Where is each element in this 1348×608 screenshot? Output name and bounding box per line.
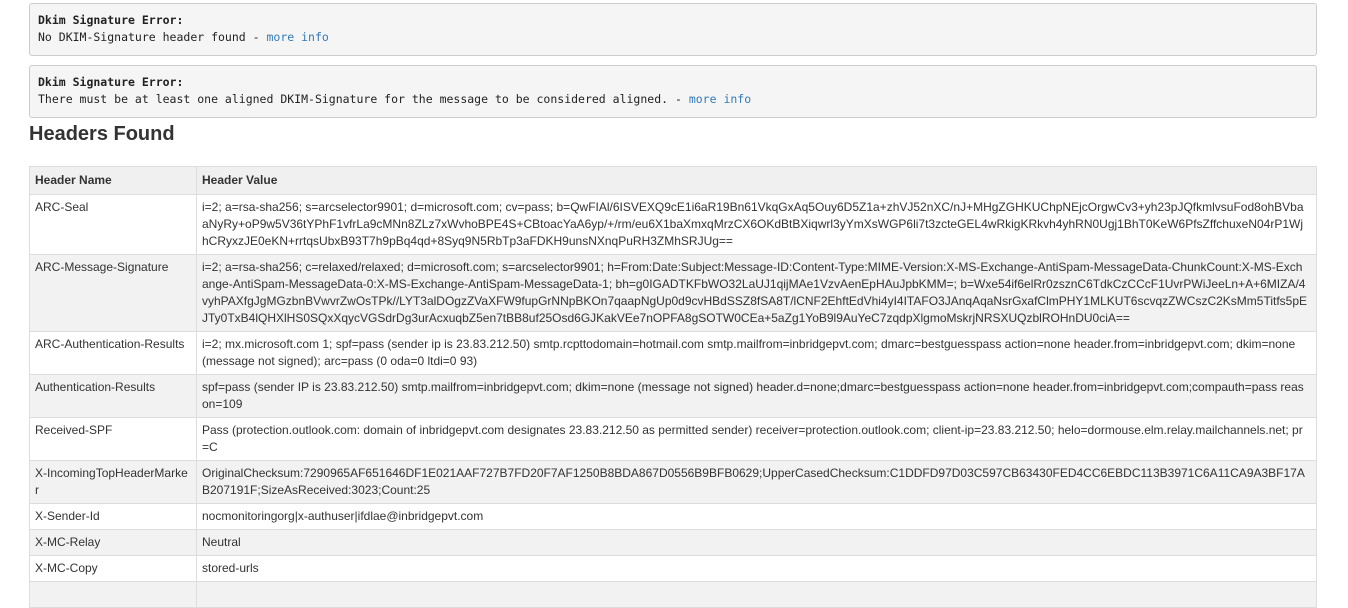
header-name-cell	[29, 581, 197, 608]
table-row: X-MC-Relay Neutral	[29, 529, 1317, 556]
table-row: ARC-Authentication-Results i=2; mx.micro…	[29, 331, 1317, 375]
column-header-name: Header Name	[29, 166, 197, 195]
headers-table: Header Name Header Value ARC-Seal i=2; a…	[29, 166, 1317, 608]
table-row: Received-SPF Pass (protection.outlook.co…	[29, 417, 1317, 461]
table-row: ARC-Seal i=2; a=rsa-sha256; s=arcselecto…	[29, 194, 1317, 255]
table-row: X-IncomingTopHeaderMarker OriginalChecks…	[29, 460, 1317, 504]
table-row: Authentication-Results spf=pass (sender …	[29, 374, 1317, 418]
header-value-cell: nocmonitoringorg|x-authuser|ifdlae@inbri…	[196, 503, 1317, 530]
error-message-line: There must be at least one aligned DKIM-…	[38, 91, 1308, 108]
error-title: Dkim Signature Error:	[38, 13, 184, 27]
more-info-link[interactable]: more info	[689, 92, 751, 106]
error-message: No DKIM-Signature header found -	[38, 30, 267, 44]
header-name-cell: X-Sender-Id	[29, 503, 197, 530]
headers-found-heading: Headers Found	[29, 123, 175, 145]
column-header-value: Header Value	[196, 166, 1317, 195]
header-value-cell: i=2; a=rsa-sha256; s=arcselector9901; d=…	[196, 194, 1317, 255]
table-header-row: Header Name Header Value	[29, 166, 1317, 195]
header-value-cell: i=2; a=rsa-sha256; c=relaxed/relaxed; d=…	[196, 254, 1317, 332]
dkim-error-alert-2: Dkim Signature Error: There must be at l…	[29, 65, 1317, 118]
header-value-cell: Pass (protection.outlook.com: domain of …	[196, 417, 1317, 461]
error-message: There must be at least one aligned DKIM-…	[38, 92, 689, 106]
table-row	[29, 581, 1317, 608]
header-value-cell: OriginalChecksum:7290965AF651646DF1E021A…	[196, 460, 1317, 504]
header-value-cell: Neutral	[196, 529, 1317, 556]
table-row: X-MC-Copy stored-urls	[29, 555, 1317, 582]
header-name-cell: ARC-Seal	[29, 194, 197, 255]
error-title: Dkim Signature Error:	[38, 75, 184, 89]
table-row: ARC-Message-Signature i=2; a=rsa-sha256;…	[29, 254, 1317, 332]
table-row: X-Sender-Id nocmonitoringorg|x-authuser|…	[29, 503, 1317, 530]
header-value-cell: spf=pass (sender IP is 23.83.212.50) smt…	[196, 374, 1317, 418]
header-name-cell: X-MC-Copy	[29, 555, 197, 582]
header-name-cell: X-IncomingTopHeaderMarker	[29, 460, 197, 504]
header-name-cell: ARC-Message-Signature	[29, 254, 197, 332]
more-info-link[interactable]: more info	[266, 30, 328, 44]
header-name-cell: Received-SPF	[29, 417, 197, 461]
header-name-cell: Authentication-Results	[29, 374, 197, 418]
header-value-cell: i=2; mx.microsoft.com 1; spf=pass (sende…	[196, 331, 1317, 375]
error-message-line: No DKIM-Signature header found - more in…	[38, 29, 1308, 46]
header-value-cell: stored-urls	[196, 555, 1317, 582]
header-name-cell: X-MC-Relay	[29, 529, 197, 556]
header-value-cell	[196, 581, 1317, 608]
dkim-error-alert-1: Dkim Signature Error: No DKIM-Signature …	[29, 3, 1317, 56]
header-name-cell: ARC-Authentication-Results	[29, 331, 197, 375]
